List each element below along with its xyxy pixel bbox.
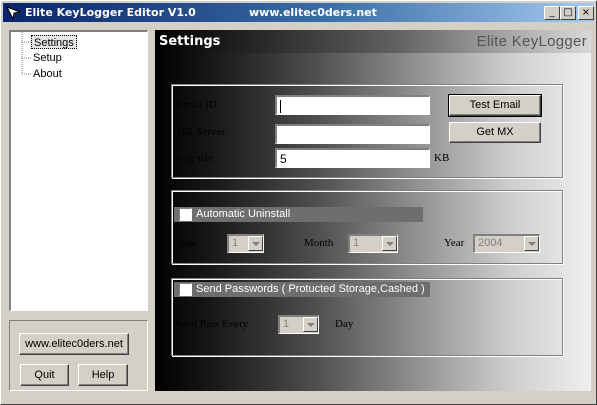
year-select[interactable]: 2004 — [473, 234, 540, 253]
month-select-value: 1 — [353, 237, 360, 249]
send-pass-every-label: Send Pass Every — [175, 318, 249, 330]
settings-panel: Settings Elite KeyLogger Email ID Test E… — [155, 30, 591, 391]
day-label: Day — [335, 318, 354, 330]
log-size-input[interactable]: 5 — [275, 148, 430, 168]
year-select-value: 2004 — [478, 237, 503, 249]
automatic-uninstall-label: Automatic Uninstall — [196, 208, 291, 220]
log-size-label: Log size — [176, 152, 214, 164]
send-pass-every-select[interactable]: 1 — [278, 315, 319, 334]
quit-button[interactable]: Quit — [20, 364, 69, 386]
chevron-down-icon — [303, 317, 318, 332]
text-caret — [280, 100, 281, 114]
year-label: Year — [444, 237, 465, 249]
uninstall-checkbox-box[interactable] — [179, 208, 192, 221]
minimize-icon: _ — [549, 7, 555, 18]
log-size-unit: KB — [434, 152, 450, 164]
close-button[interactable]: × — [578, 6, 594, 20]
send-passwords-checkbox[interactable]: Send Passwords ( Protucted Storage,Cashe… — [174, 282, 430, 297]
mx-server-label: MX Server — [176, 126, 226, 138]
minimize-button[interactable]: _ — [544, 6, 560, 20]
date-select[interactable]: 1 — [227, 234, 264, 253]
email-id-input[interactable] — [275, 95, 430, 115]
test-email-button[interactable]: Test Email — [448, 94, 542, 117]
tree-item-settings[interactable]: Settings — [31, 35, 77, 49]
app-window: Elite KeyLogger Editor V1.0 www.elitec0d… — [0, 0, 597, 405]
month-select[interactable]: 1 — [348, 234, 398, 253]
keyboard-app-icon — [6, 6, 21, 20]
panel-header: Settings Elite KeyLogger — [155, 30, 591, 53]
close-icon: × — [581, 7, 591, 18]
title-bar[interactable]: Elite KeyLogger Editor V1.0 www.elitec0d… — [3, 3, 594, 22]
send-passwords-checkbox-box[interactable] — [179, 283, 192, 296]
maximize-button[interactable]: □ — [560, 6, 576, 20]
send-passwords-label: Send Passwords ( Protucted Storage,Cashe… — [196, 283, 425, 295]
email-id-label: Email ID — [176, 99, 217, 111]
chevron-down-icon — [248, 236, 263, 251]
maximize-icon: □ — [563, 7, 573, 18]
brand-label: Elite KeyLogger — [476, 33, 587, 50]
send-pass-every-value: 1 — [283, 318, 290, 330]
tree-item-about[interactable]: About — [31, 67, 64, 81]
month-label: Month — [304, 237, 334, 249]
navigation-tree[interactable]: Settings Setup About — [9, 30, 148, 311]
panel-title: Settings — [159, 34, 221, 49]
tree-item-setup[interactable]: Setup — [31, 51, 64, 65]
help-button[interactable]: Help — [78, 364, 128, 386]
automatic-uninstall-checkbox[interactable]: Automatic Uninstall — [174, 207, 423, 222]
date-select-value: 1 — [232, 237, 239, 249]
date-label: Date — [176, 237, 197, 249]
website-button[interactable]: www.elitec0ders.net — [19, 333, 129, 355]
chevron-down-icon — [382, 236, 397, 251]
window-url: www.elitec0ders.net — [249, 6, 377, 19]
get-mx-button[interactable]: Get MX — [449, 122, 541, 143]
mx-server-input[interactable] — [275, 124, 430, 144]
chevron-down-icon — [524, 236, 539, 251]
window-title: Elite KeyLogger Editor V1.0 — [25, 6, 196, 19]
